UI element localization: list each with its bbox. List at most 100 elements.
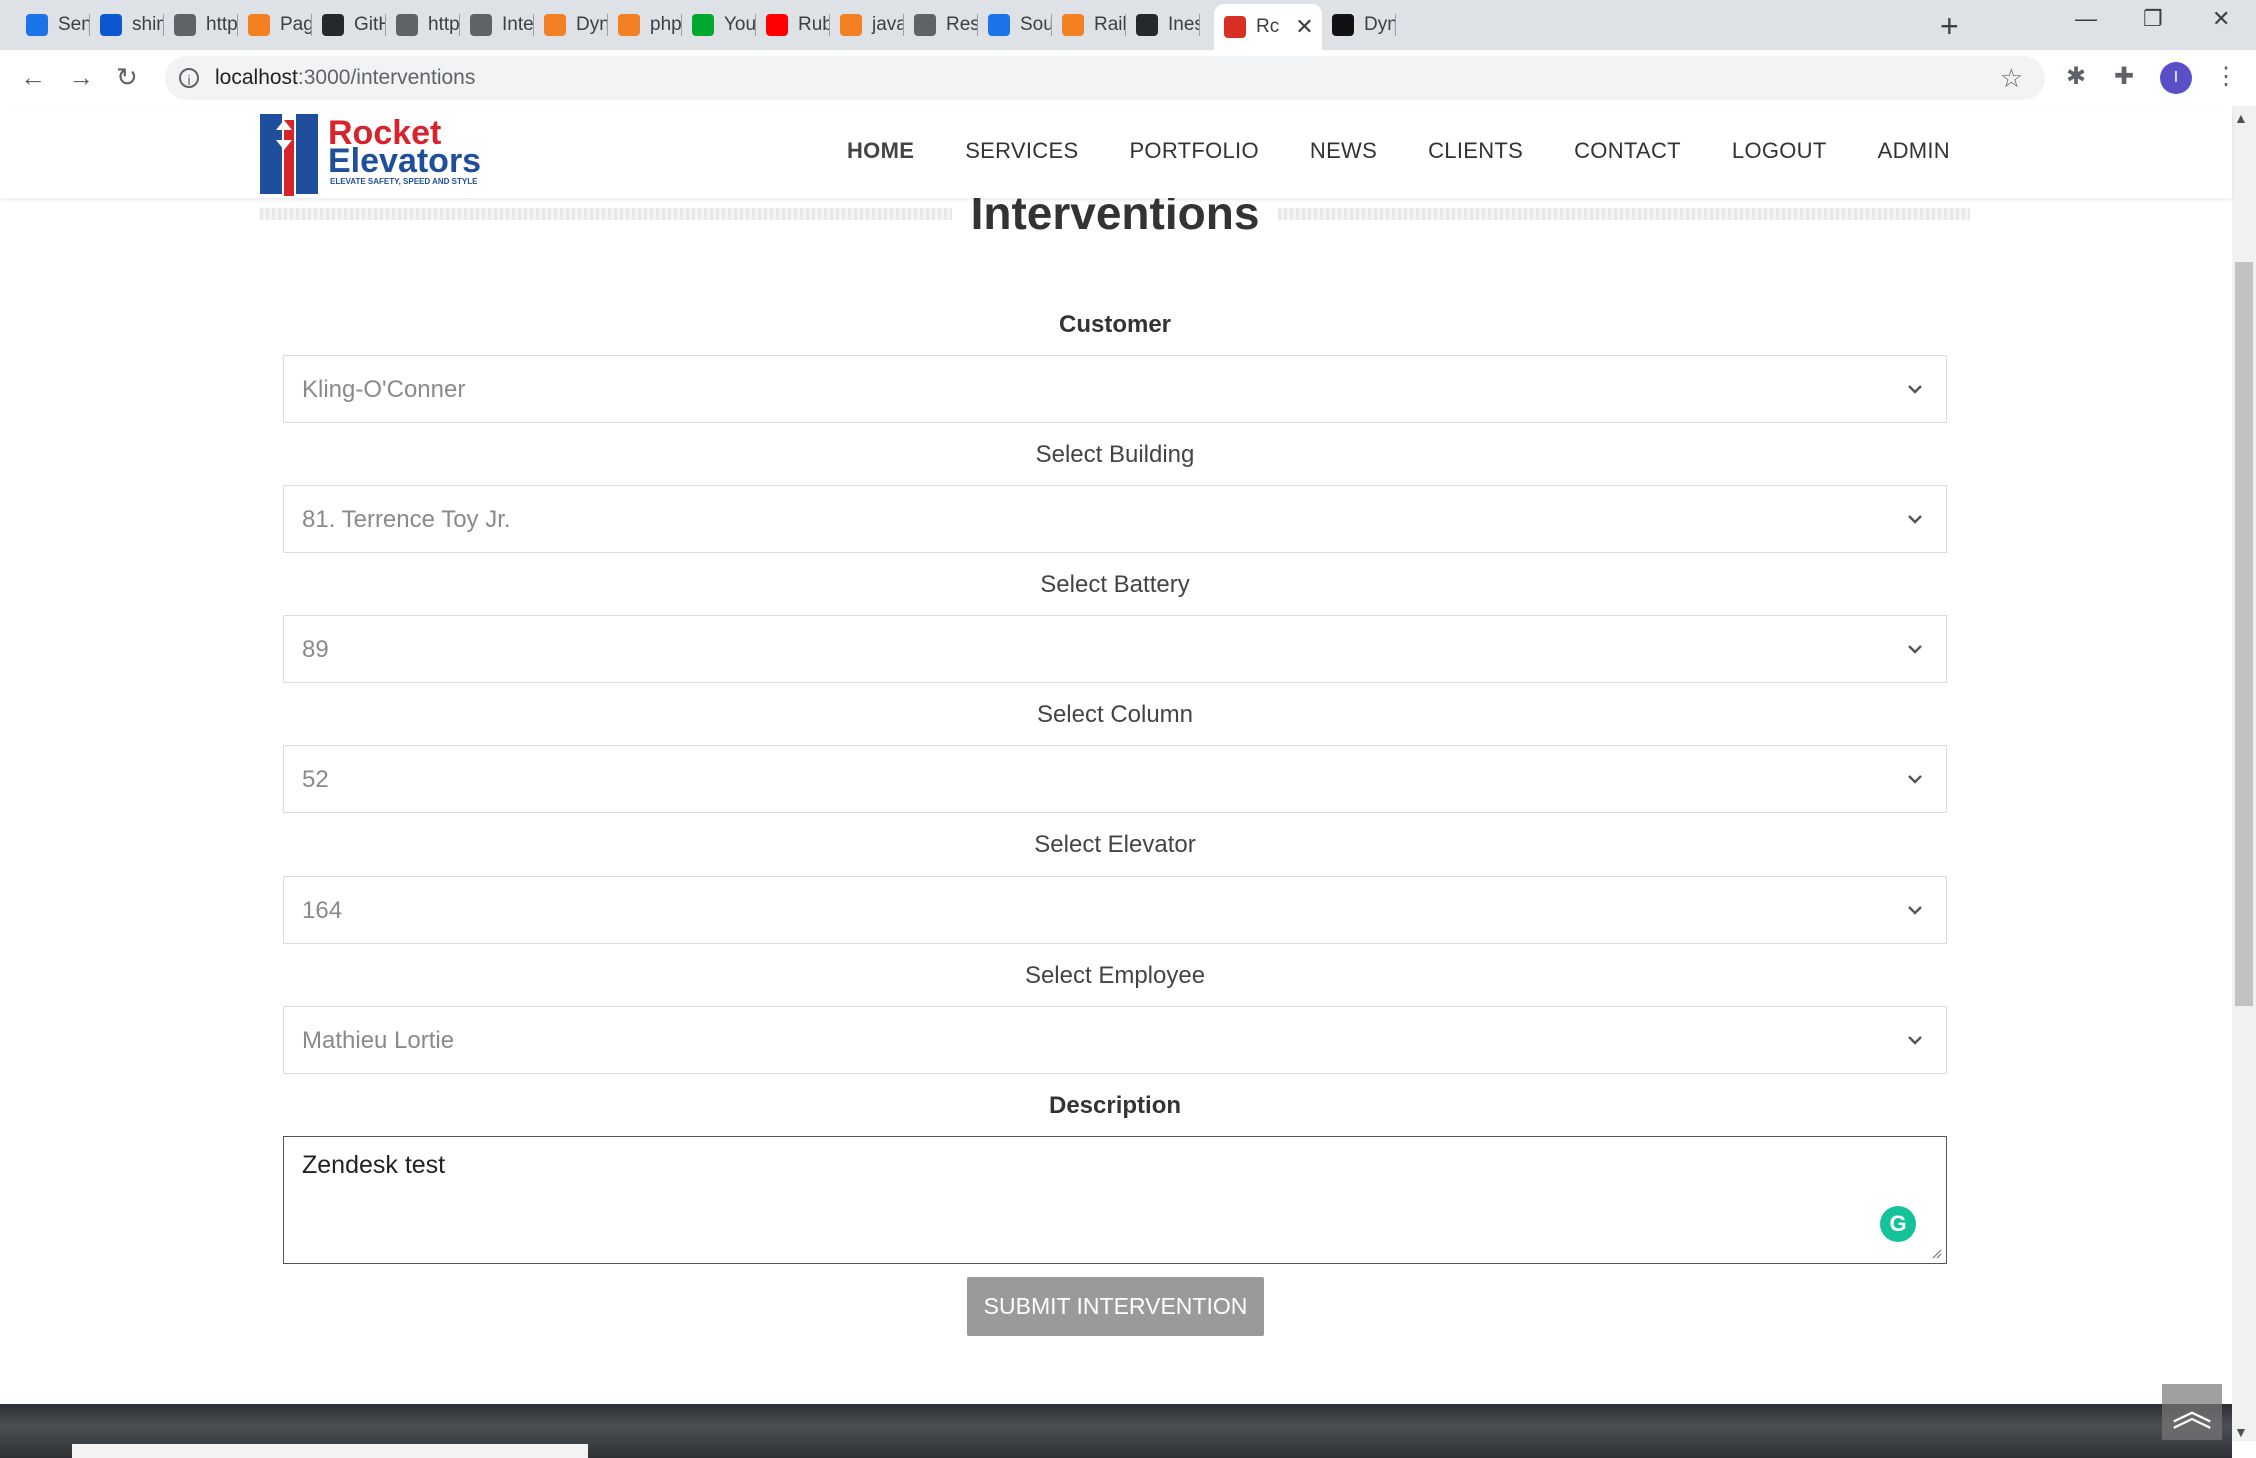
browser-tab[interactable]: Dynar <box>1322 6 1396 44</box>
column-select[interactable]: 52 <box>283 745 1947 813</box>
restore-icon[interactable]: ❐ <box>2143 6 2163 32</box>
browser-tab[interactable]: You h <box>682 6 756 44</box>
customer-select[interactable]: Kling-O'Conner <box>283 355 1947 423</box>
nav-services[interactable]: SERVICES <box>965 138 1078 164</box>
taskbar-search-box[interactable] <box>72 1444 588 1458</box>
tab-favicon-icon <box>1332 14 1354 36</box>
tab-favicon-icon <box>1062 14 1084 36</box>
tab-label: Ruby <box>798 14 830 35</box>
building-selected-value: 81. Terrence Toy Jr. <box>302 506 511 533</box>
elevator-selected-value: 164 <box>302 897 343 924</box>
tab-favicon-icon <box>248 14 270 36</box>
tab-favicon-icon <box>174 14 196 36</box>
grammarly-icon[interactable]: G <box>1880 1206 1916 1242</box>
scroll-down-icon[interactable]: ▼ <box>2234 1424 2248 1440</box>
battery-selected-value: 89 <box>302 636 329 663</box>
chevron-down-icon <box>1908 775 1922 784</box>
browser-tab[interactable]: Interv <box>460 6 534 44</box>
browser-tab[interactable]: Ineslz <box>1126 6 1200 44</box>
chevron-down-icon <box>1908 385 1922 394</box>
nav-home[interactable]: HOME <box>847 138 914 164</box>
browser-tab[interactable]: Reset <box>904 6 978 44</box>
url-text: localhost:3000/interventions <box>215 66 476 89</box>
url-field[interactable]: i localhost:3000/interventions ☆ <box>165 56 2045 100</box>
browser-tab[interactable]: https: <box>386 6 460 44</box>
browser-tab[interactable]: php - <box>608 6 682 44</box>
tab-label: javasc <box>872 14 904 35</box>
chevron-down-icon <box>1908 1036 1922 1045</box>
browser-tab[interactable]: https: <box>164 6 238 44</box>
logo-line2: Elevators <box>328 142 481 180</box>
building-select[interactable]: 81. Terrence Toy Jr. <box>283 485 1947 553</box>
profile-avatar[interactable]: I <box>2160 62 2192 94</box>
back-icon[interactable]: ← <box>20 62 46 93</box>
minimize-icon[interactable]: — <box>2075 6 2097 32</box>
browser-tab[interactable]: Ruby <box>756 6 830 44</box>
browser-tab[interactable]: javasc <box>830 6 904 44</box>
tab-favicon-icon <box>470 14 492 36</box>
tab-label: shimv <box>132 14 164 35</box>
logo-tagline: ELEVATE SAFETY, SPEED AND STYLE <box>330 177 478 186</box>
scroll-to-top-icon[interactable]: ︽ <box>2162 1384 2222 1440</box>
employee-select[interactable]: Mathieu Lortie <box>283 1006 1947 1074</box>
nav-admin[interactable]: ADMIN <box>1878 138 1950 164</box>
browser-tab[interactable]: Send( <box>16 6 90 44</box>
nav-clients[interactable]: CLIENTS <box>1428 138 1523 164</box>
browser-tab[interactable]: Dynar <box>534 6 608 44</box>
elevator-select[interactable]: 164 <box>283 876 1947 944</box>
tab-label: Interv <box>502 14 534 35</box>
tab-favicon-icon <box>988 14 1010 36</box>
tab-favicon-icon <box>914 14 936 36</box>
column-selected-value: 52 <box>302 766 329 793</box>
tab-label: Rc <box>1256 16 1280 37</box>
nav-contact[interactable]: CONTACT <box>1574 138 1681 164</box>
extension-bug-icon[interactable]: ✱ <box>2066 62 2086 91</box>
reload-icon[interactable]: ↻ <box>116 62 138 93</box>
tab-favicon-icon <box>618 14 640 36</box>
browser-tab-strip: Send(shimv https: Page GitHu https: Interv Dyn… <box>0 0 2256 50</box>
resize-handle-icon[interactable] <box>1930 1247 1942 1259</box>
page-scrollbar-thumb[interactable] <box>2235 262 2253 1006</box>
extensions-puzzle-icon[interactable]: ✚ <box>2114 62 2134 91</box>
nav-portfolio[interactable]: PORTFOLIO <box>1129 138 1258 164</box>
nav-logout[interactable]: LOGOUT <box>1732 138 1827 164</box>
site-info-icon[interactable]: i <box>179 68 199 88</box>
employee-label: Select Employee <box>1024 962 1206 989</box>
site-header: Rocket Elevators ELEVATE SAFETY, SPEED A… <box>0 106 2232 198</box>
tab-favicon-icon <box>1224 16 1246 38</box>
tab-label: Dynar <box>1364 14 1396 35</box>
scroll-up-icon[interactable]: ▲ <box>2234 110 2248 126</box>
rocket-elevators-logo[interactable]: Rocket Elevators ELEVATE SAFETY, SPEED A… <box>258 106 520 198</box>
close-window-icon[interactable]: ✕ <box>2212 6 2230 32</box>
new-tab-icon[interactable]: + <box>1940 8 1959 45</box>
tab-favicon-icon <box>100 14 122 36</box>
browser-tab[interactable]: shimv <box>90 6 164 44</box>
tab-favicon-icon <box>766 14 788 36</box>
submit-intervention-button[interactable]: SUBMIT INTERVENTION <box>967 1277 1264 1336</box>
tab-label: Send( <box>58 14 90 35</box>
nav-news[interactable]: NEWS <box>1310 138 1377 164</box>
building-label: Select Building <box>1035 441 1195 468</box>
employee-selected-value: Mathieu Lortie <box>302 1027 455 1054</box>
description-textarea[interactable]: Zendesk test <box>283 1136 1947 1264</box>
main-nav: HOME SERVICES PORTFOLIO NEWS CLIENTS CON… <box>847 138 1950 164</box>
browser-tab[interactable]: Rc ✕ <box>1214 4 1322 50</box>
customer-label: Customer <box>1058 311 1172 338</box>
forward-icon[interactable]: → <box>68 62 94 93</box>
chevron-down-icon <box>1908 906 1922 915</box>
tab-favicon-icon <box>544 14 566 36</box>
browser-menu-icon[interactable]: ⋮ <box>2214 62 2238 91</box>
close-tab-icon[interactable]: ✕ <box>1295 14 1313 40</box>
tab-favicon-icon <box>322 14 344 36</box>
browser-tab[interactable]: Rails: <box>1052 6 1126 44</box>
tab-label: php - <box>650 14 682 35</box>
tab-label: Ineslz <box>1168 14 1200 35</box>
browser-tab[interactable]: Sourc <box>978 6 1052 44</box>
tab-label: https: <box>206 14 238 35</box>
browser-tab[interactable]: GitHu <box>312 6 386 44</box>
browser-tab[interactable]: Page <box>238 6 312 44</box>
chevron-down-icon <box>1908 515 1922 524</box>
bookmark-star-icon[interactable]: ☆ <box>2000 63 2023 94</box>
battery-select[interactable]: 89 <box>283 615 1947 683</box>
elevator-label: Select Elevator <box>1034 831 1196 858</box>
